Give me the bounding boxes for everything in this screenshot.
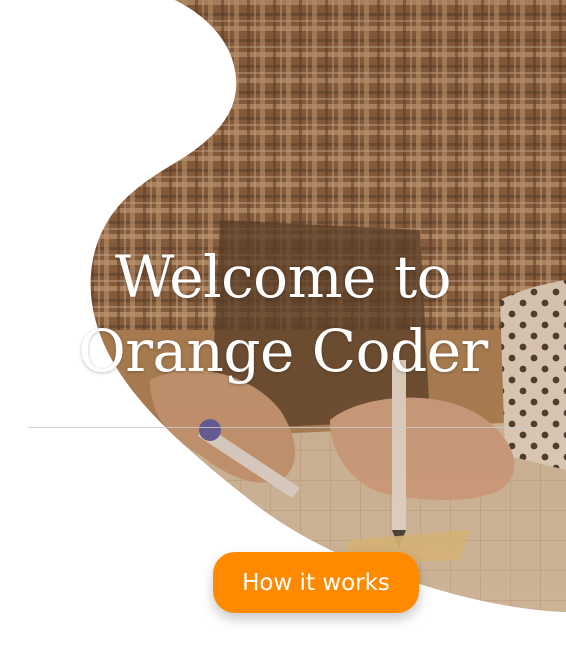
hero-title: Welcome to Orange Coder [0,240,566,388]
hero-section: Welcome to Orange Coder How it works [0,0,566,664]
hero-divider [28,427,538,428]
hero-title-line-1: Welcome to [114,243,452,311]
hero-title-line-2: Orange Coder [78,317,488,385]
how-it-works-button[interactable]: How it works [213,552,419,613]
